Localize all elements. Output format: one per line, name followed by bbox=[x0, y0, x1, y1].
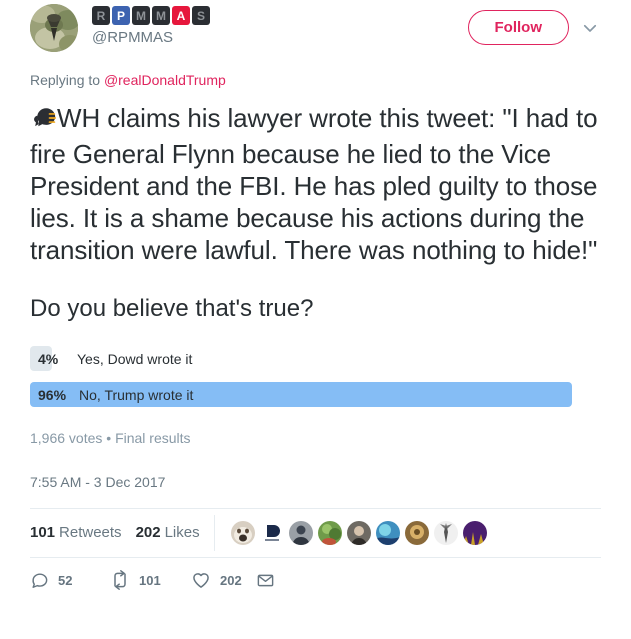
poll: Do you believe that's true? 4% Yes, Dowd… bbox=[30, 266, 601, 446]
name-tile-2: M bbox=[132, 6, 150, 25]
facepile-avatar-1[interactable] bbox=[259, 521, 284, 545]
poll-option-1[interactable]: 96% No, Trump wrote it bbox=[30, 382, 601, 407]
facepile-avatar-8[interactable] bbox=[462, 521, 487, 545]
account-handle[interactable]: @RPMMAS bbox=[92, 29, 468, 47]
facepile-avatar-7[interactable] bbox=[433, 521, 458, 545]
facepile-avatar-5[interactable] bbox=[375, 521, 400, 545]
poll-option-0[interactable]: 4% Yes, Dowd wrote it bbox=[30, 346, 601, 371]
actions-bar: 52 101 202 bbox=[30, 558, 601, 602]
retweets-stat[interactable]: 101 Retweets bbox=[30, 524, 122, 542]
tweet-timestamp[interactable]: 7:55 AM - 3 Dec 2017 bbox=[30, 446, 601, 490]
stats-row: 101 Retweets 202 Likes bbox=[30, 509, 601, 557]
name-tile-5: S bbox=[192, 6, 210, 25]
facepile-avatar-4[interactable] bbox=[346, 521, 371, 545]
likes-stat[interactable]: 202 Likes bbox=[136, 524, 200, 542]
reply-icon bbox=[30, 571, 49, 590]
facepile-avatar-6[interactable] bbox=[404, 521, 429, 545]
heart-icon bbox=[191, 570, 211, 590]
header-actions: Follow bbox=[467, 4, 602, 45]
envelope-icon bbox=[256, 571, 275, 590]
replying-to-prefix: Replying to bbox=[30, 72, 104, 88]
share-action[interactable] bbox=[256, 571, 275, 590]
poll-option-0-label: 4% Yes, Dowd wrote it bbox=[30, 346, 601, 371]
facepile bbox=[215, 521, 487, 545]
camouflage-avatar-icon bbox=[30, 4, 78, 52]
poll-option-1-label: 96% No, Trump wrote it bbox=[30, 382, 601, 407]
reply-count: 52 bbox=[58, 572, 73, 588]
retweet-action[interactable]: 101 bbox=[110, 570, 191, 590]
facepile-avatar-0[interactable] bbox=[230, 521, 255, 545]
poll-meta: 1,966 votes • Final results bbox=[30, 430, 191, 446]
name-tile-4: A bbox=[172, 6, 190, 25]
tweet-header: R P M M A S @RPMMAS Follow bbox=[30, 0, 601, 62]
poll-question: Do you believe that's true? bbox=[30, 295, 314, 322]
display-name-tiles: R P M M A S bbox=[92, 6, 468, 25]
name-tile-3: M bbox=[152, 6, 170, 25]
account-identity: R P M M A S @RPMMAS bbox=[92, 4, 468, 47]
avatar[interactable] bbox=[30, 4, 78, 52]
poll-options: 4% Yes, Dowd wrote it 96% No, Trump wrot… bbox=[30, 324, 601, 407]
poll-option-0-text: Yes, Dowd wrote it bbox=[77, 350, 193, 367]
like-action[interactable]: 202 bbox=[191, 570, 256, 590]
retweets-count: 101 bbox=[30, 524, 56, 541]
chevron-down-icon[interactable] bbox=[579, 17, 601, 39]
follow-button[interactable]: Follow bbox=[467, 10, 569, 45]
speaking-head-emoji bbox=[30, 105, 57, 138]
poll-option-1-text: No, Trump wrote it bbox=[79, 386, 194, 403]
replying-to-mention[interactable]: @realDonaldTrump bbox=[104, 72, 226, 88]
likes-count: 202 bbox=[135, 524, 161, 541]
retweets-label: Retweets bbox=[59, 524, 122, 541]
name-tile-0: R bbox=[92, 6, 110, 25]
facepile-avatar-3[interactable] bbox=[317, 521, 342, 545]
tweet-text: WH claims his lawyer wrote this tweet: "… bbox=[30, 88, 601, 266]
poll-option-1-percent: 96% bbox=[38, 386, 67, 403]
tweet-text-body: WH claims his lawyer wrote this tweet: "… bbox=[30, 103, 598, 265]
likes-label: Likes bbox=[164, 524, 200, 541]
facepile-avatar-2[interactable] bbox=[288, 521, 313, 545]
tweet-card: R P M M A S @RPMMAS Follow Replying to @… bbox=[0, 0, 631, 639]
retweet-icon bbox=[110, 570, 130, 590]
poll-option-0-percent: 4% bbox=[38, 350, 59, 367]
like-count: 202 bbox=[220, 572, 242, 588]
stats-counts: 101 Retweets 202 Likes bbox=[30, 524, 214, 542]
name-tile-1: P bbox=[112, 6, 130, 25]
replying-to: Replying to @realDonaldTrump bbox=[30, 62, 601, 88]
retweet-count: 101 bbox=[139, 572, 161, 588]
reply-action[interactable]: 52 bbox=[30, 571, 110, 590]
